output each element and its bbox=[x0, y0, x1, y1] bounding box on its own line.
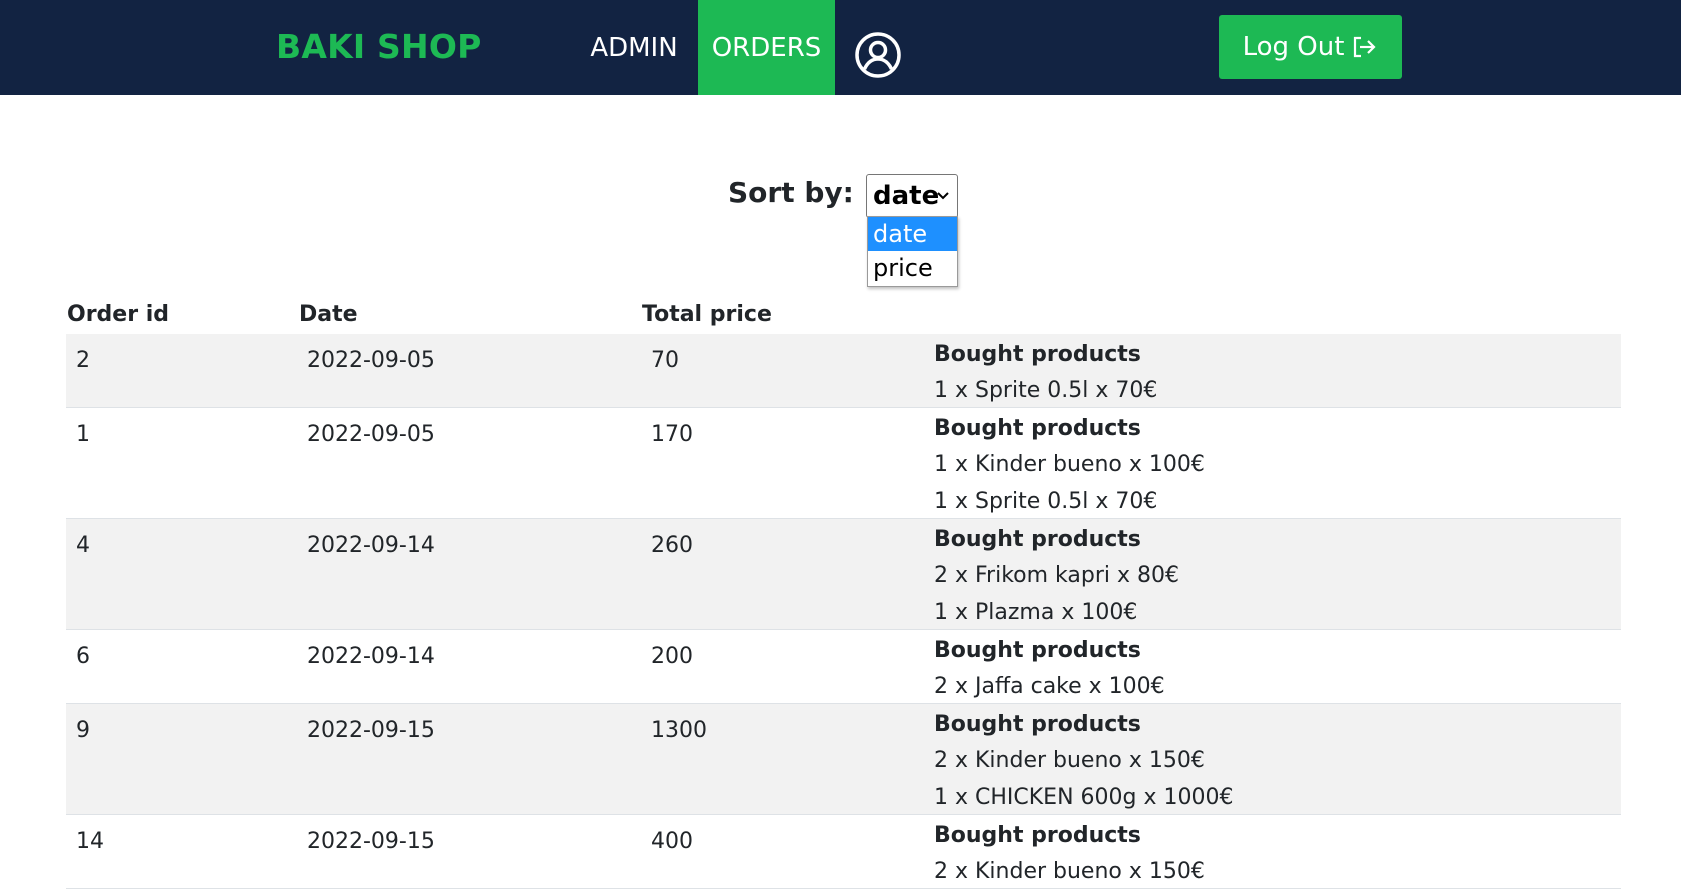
product-line: 1 x Plazma x 100€ bbox=[934, 600, 1138, 625]
sort-label: Sort by: bbox=[728, 176, 854, 209]
bought-products: Bought products 2 x Kinder bueno x 150€ … bbox=[934, 708, 1233, 818]
sort-dropdown: date price bbox=[867, 216, 958, 287]
product-line: 2 x Jaffa cake x 100€ bbox=[934, 674, 1165, 699]
bought-products: Bought products 2 x Jaffa cake x 100€ bbox=[934, 634, 1165, 707]
table-row: 6 2022-09-14 200 Bought products 2 x Jaf… bbox=[66, 630, 1621, 704]
products-heading: Bought products bbox=[934, 416, 1141, 441]
order-total: 200 bbox=[651, 644, 693, 669]
sort-option-date[interactable]: date bbox=[868, 217, 957, 251]
order-date: 2022-09-14 bbox=[307, 533, 435, 558]
products-heading: Bought products bbox=[934, 638, 1141, 663]
products-heading: Bought products bbox=[934, 823, 1141, 848]
nav-link-admin[interactable]: ADMIN bbox=[580, 0, 688, 95]
order-date: 2022-09-05 bbox=[307, 348, 435, 373]
product-line: 2 x Frikom kapri x 80€ bbox=[934, 563, 1180, 588]
bought-products: Bought products 1 x Sprite 0.5l x 70€ bbox=[934, 338, 1157, 411]
product-line: 1 x Kinder bueno x 100€ bbox=[934, 452, 1205, 477]
order-id: 9 bbox=[76, 718, 90, 743]
logout-arrow-icon bbox=[1354, 36, 1376, 58]
logout-button[interactable]: Log Out bbox=[1219, 15, 1402, 79]
bought-products: Bought products 2 x Kinder bueno x 150€ bbox=[934, 819, 1205, 892]
products-heading: Bought products bbox=[934, 712, 1141, 737]
chevron-down-icon bbox=[937, 192, 949, 200]
order-id: 6 bbox=[76, 644, 90, 669]
product-line: 2 x Kinder bueno x 150€ bbox=[934, 859, 1205, 884]
order-date: 2022-09-15 bbox=[307, 829, 435, 854]
order-id: 1 bbox=[76, 422, 90, 447]
order-date: 2022-09-14 bbox=[307, 644, 435, 669]
sort-select-value: date bbox=[873, 181, 940, 211]
orders-table: Order id Date Total price 2 2022-09-05 7… bbox=[66, 300, 1621, 889]
bought-products: Bought products 1 x Kinder bueno x 100€ … bbox=[934, 412, 1205, 522]
order-date: 2022-09-05 bbox=[307, 422, 435, 447]
product-line: 1 x Sprite 0.5l x 70€ bbox=[934, 378, 1158, 403]
product-line: 1 x CHICKEN 600g x 1000€ bbox=[934, 785, 1234, 810]
sort-select[interactable]: date bbox=[866, 174, 958, 218]
table-row: 9 2022-09-15 1300 Bought products 2 x Ki… bbox=[66, 704, 1621, 815]
table-header: Order id Date Total price bbox=[66, 300, 1621, 334]
header-date: Date bbox=[299, 302, 358, 327]
brand-logo[interactable]: BAKI SHOP bbox=[276, 22, 481, 72]
order-date: 2022-09-15 bbox=[307, 718, 435, 743]
products-heading: Bought products bbox=[934, 342, 1141, 367]
table-row: 14 2022-09-15 400 Bought products 2 x Ki… bbox=[66, 815, 1621, 889]
header-total-price: Total price bbox=[642, 302, 772, 327]
order-id: 4 bbox=[76, 533, 90, 558]
logout-label: Log Out bbox=[1242, 32, 1345, 62]
order-total: 70 bbox=[651, 348, 679, 373]
product-line: 2 x Kinder bueno x 150€ bbox=[934, 748, 1205, 773]
table-row: 4 2022-09-14 260 Bought products 2 x Fri… bbox=[66, 519, 1621, 630]
table-row: 1 2022-09-05 170 Bought products 1 x Kin… bbox=[66, 408, 1621, 519]
order-total: 1300 bbox=[651, 718, 707, 743]
order-id: 14 bbox=[76, 829, 104, 854]
order-id: 2 bbox=[76, 348, 90, 373]
order-total: 170 bbox=[651, 422, 693, 447]
user-circle-icon[interactable] bbox=[854, 31, 902, 79]
sort-option-price[interactable]: price bbox=[868, 251, 957, 285]
nav-link-orders[interactable]: ORDERS bbox=[698, 0, 835, 95]
products-heading: Bought products bbox=[934, 527, 1141, 552]
order-total: 400 bbox=[651, 829, 693, 854]
order-total: 260 bbox=[651, 533, 693, 558]
bought-products: Bought products 2 x Frikom kapri x 80€ 1… bbox=[934, 523, 1179, 633]
table-row: 2 2022-09-05 70 Bought products 1 x Spri… bbox=[66, 334, 1621, 408]
product-line: 1 x Sprite 0.5l x 70€ bbox=[934, 489, 1158, 514]
navbar: BAKI SHOP ADMIN ORDERS Log Out bbox=[0, 0, 1681, 95]
header-order-id: Order id bbox=[67, 302, 170, 327]
